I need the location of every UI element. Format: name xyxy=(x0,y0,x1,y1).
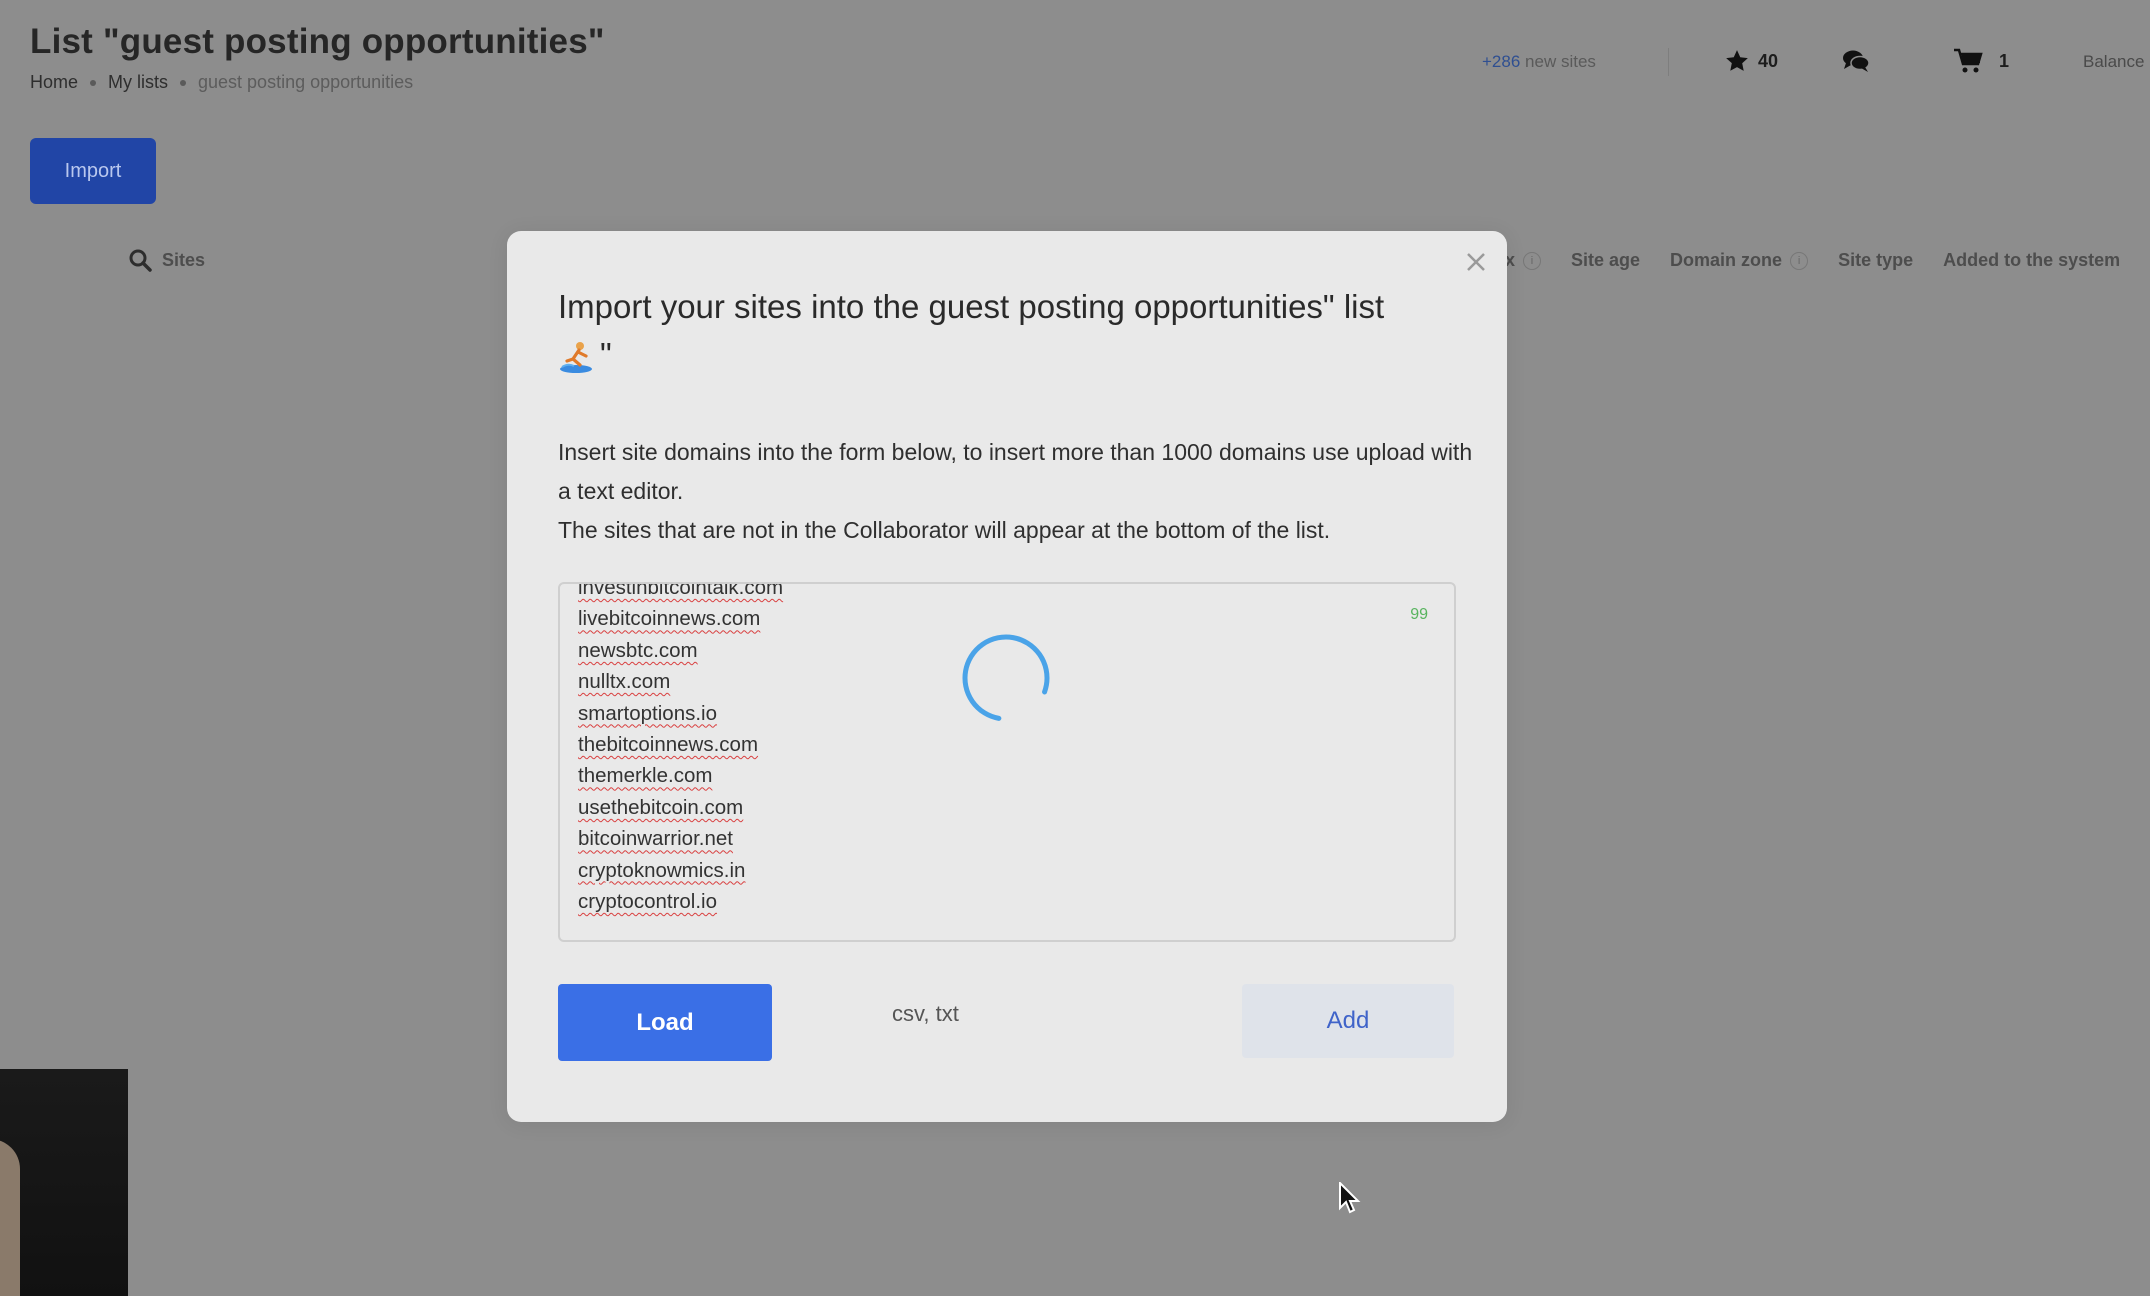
modal-title-text: Import your sites into the guest posting… xyxy=(558,288,1385,325)
breadcrumb-separator xyxy=(90,79,97,86)
domain-list: investinbitcointalk.com livebitcoinnews.… xyxy=(578,582,784,917)
column-header-site-type[interactable]: Site type xyxy=(1838,250,1913,271)
column-header-added[interactable]: Added to the system xyxy=(1943,250,2120,271)
mouse-cursor-icon xyxy=(1339,1182,1361,1214)
info-icon: i xyxy=(1523,251,1542,270)
favorites-button[interactable]: 40 xyxy=(1724,48,1778,74)
page-title: List "guest posting opportunities" xyxy=(30,22,605,61)
webcam-person xyxy=(0,1139,20,1296)
table-header: xi Site age Domain zone i Site type Added… xyxy=(1505,250,2150,271)
favorites-count: 40 xyxy=(1758,50,1779,71)
modal-title: Import your sites into the guest posting… xyxy=(558,283,1478,379)
surfer-icon xyxy=(560,342,592,374)
cart-count: 1 xyxy=(1999,50,2010,71)
column-header-site-age[interactable]: Site age xyxy=(1571,250,1640,271)
header-divider xyxy=(1668,48,1669,76)
messages-button[interactable] xyxy=(1842,48,1870,74)
search-icon xyxy=(129,249,152,272)
chat-icon xyxy=(1843,50,1870,72)
modal-description-line: The sites that are not in the Collaborat… xyxy=(558,517,1331,543)
new-sites-link[interactable]: +286 new sites xyxy=(1482,52,1596,72)
domain-entry: thebitcoinnews.com xyxy=(578,733,759,757)
column-header-domain-zone[interactable]: Domain zone i xyxy=(1670,250,1809,271)
domain-count: 99 xyxy=(1410,606,1428,623)
modal-description-line: Insert site domains into the form below,… xyxy=(558,439,1473,504)
close-icon[interactable] xyxy=(1465,251,1487,273)
import-modal: Import your sites into the guest posting… xyxy=(507,231,1507,1122)
column-header[interactable]: xi xyxy=(1505,250,1542,271)
modal-description: Insert site domains into the form below,… xyxy=(558,433,1478,550)
breadcrumb-current: guest posting opportunities xyxy=(198,72,414,92)
new-sites-label: new sites xyxy=(1525,52,1596,71)
domains-textarea[interactable]: investinbitcointalk.com livebitcoinnews.… xyxy=(558,582,1456,942)
domain-entry: cryptocontrol.io xyxy=(578,890,718,914)
domain-entry: themerkle.com xyxy=(578,764,713,788)
load-button[interactable]: Load xyxy=(558,984,772,1061)
new-sites-count: +286 xyxy=(1482,52,1521,71)
domain-entry: cryptoknowmics.in xyxy=(578,858,746,882)
domain-entry: newsbtc.com xyxy=(578,638,698,662)
sites-filter[interactable]: Sites xyxy=(128,248,205,272)
cart-icon xyxy=(1954,48,1983,73)
add-button[interactable]: Add xyxy=(1242,984,1454,1058)
breadcrumb-my-lists[interactable]: My lists xyxy=(108,72,168,93)
domain-entry: bitcoinwarrior.net xyxy=(578,827,733,851)
loading-spinner-icon xyxy=(962,634,1050,722)
domain-entry: usethebitcoin.com xyxy=(578,795,744,819)
domain-entry: livebitcoinnews.com xyxy=(578,607,761,631)
domain-entry: nulltx.com xyxy=(578,670,671,694)
import-button[interactable]: Import xyxy=(30,138,156,204)
domain-entry: smartoptions.io xyxy=(578,701,718,725)
file-types-hint: csv, txt xyxy=(892,1001,959,1026)
info-icon: i xyxy=(1790,251,1809,270)
breadcrumb-separator xyxy=(180,79,187,86)
webcam-overlay xyxy=(0,1069,128,1296)
sites-filter-label: Sites xyxy=(162,249,206,270)
breadcrumb-home[interactable]: Home xyxy=(30,72,78,93)
modal-title-suffix: " xyxy=(600,336,612,373)
star-icon xyxy=(1726,50,1748,71)
domain-entry: investinbitcointalk.com xyxy=(578,582,784,599)
breadcrumb: Home My lists guest posting opportunitie… xyxy=(30,72,413,93)
balance-label[interactable]: Balance xyxy=(2083,52,2144,72)
cart-button[interactable]: 1 xyxy=(1953,48,2009,74)
